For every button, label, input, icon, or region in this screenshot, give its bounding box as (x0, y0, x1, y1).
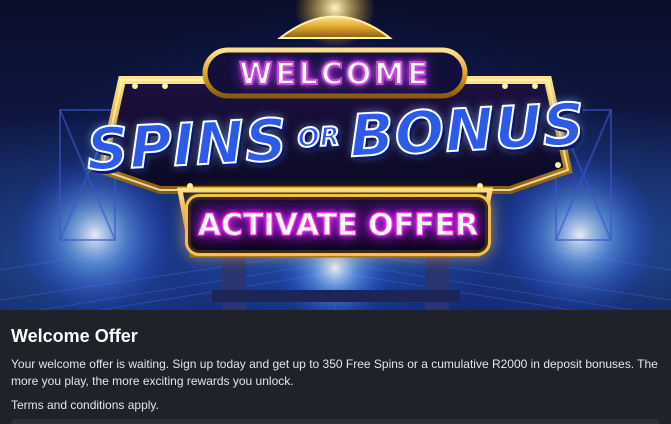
activate-offer-label: ACTIVATE OFFER (197, 207, 479, 243)
headline-or: OR (296, 121, 342, 155)
offer-details-card: Welcome Offer Your welcome offer is wait… (0, 310, 671, 424)
terms-text: Terms and conditions apply. (11, 398, 159, 412)
offer-title: Welcome Offer (11, 326, 138, 346)
welcome-offer-banner: WELCOME SPINS OR BONUS ACTIVATE OFFER (0, 0, 671, 310)
headline-spins: SPINS (84, 105, 290, 185)
welcome-offer-page: WELCOME SPINS OR BONUS ACTIVATE OFFER We… (0, 0, 671, 424)
headline-bonus: BONUS (347, 89, 588, 171)
card-footer-bar (11, 419, 659, 424)
offer-description: Your welcome offer is waiting. Sign up t… (11, 357, 658, 388)
activate-offer-button[interactable]: ACTIVATE OFFER (185, 194, 491, 256)
welcome-sign-text: WELCOME (238, 56, 431, 93)
